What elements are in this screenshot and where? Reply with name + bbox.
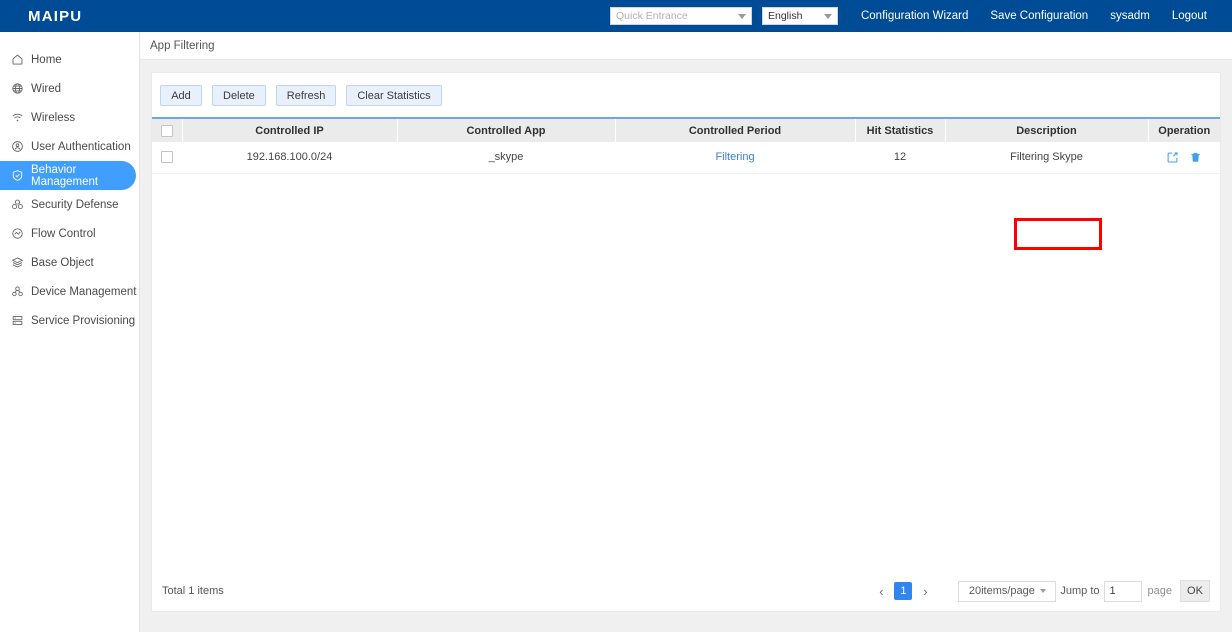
sidebar-item-flow-control[interactable]: Flow Control bbox=[0, 219, 139, 248]
column-header-controlled-app[interactable]: Controlled App bbox=[397, 117, 616, 142]
prev-page-button[interactable]: ‹ bbox=[872, 581, 890, 601]
refresh-button[interactable]: Refresh bbox=[275, 85, 337, 106]
page-size-select[interactable]: 20items/page bbox=[958, 580, 1057, 602]
controlled-period-link[interactable]: Filtering bbox=[715, 151, 754, 163]
cell-controlled-ip: 192.168.100.0/24 bbox=[182, 142, 397, 174]
cell-controlled-app: _skype bbox=[397, 142, 615, 174]
next-page-button[interactable]: › bbox=[916, 581, 934, 601]
cell-controlled-period: Filtering bbox=[615, 142, 855, 174]
sidebar-item-home[interactable]: Home bbox=[0, 45, 139, 74]
content-area: App Filtering Add Delete Refresh Clear S… bbox=[139, 32, 1232, 632]
column-header-hit-statistics[interactable]: Hit Statistics bbox=[855, 117, 946, 142]
sidebar-item-label: Device Management bbox=[31, 285, 137, 298]
app-filtering-table: Controlled IP Controlled App Controlled … bbox=[152, 117, 1220, 174]
page-unit-label: page bbox=[1147, 585, 1172, 597]
chevron-down-icon bbox=[737, 13, 746, 19]
app-filtering-panel: Add Delete Refresh Clear Statistics Cont… bbox=[151, 72, 1221, 612]
app-root: MAIPU Quick Entrance English Configurati… bbox=[0, 0, 1232, 632]
logout-link[interactable]: Logout bbox=[1161, 0, 1218, 32]
sidebar-item-label: Security Defense bbox=[31, 198, 119, 211]
page-size-value: 20items/page bbox=[968, 585, 1035, 597]
table-row: 192.168.100.0/24 _skype Filtering 12 Fil… bbox=[152, 142, 1220, 174]
sidebar-item-service-provisioning[interactable]: Service Provisioning bbox=[0, 306, 139, 335]
cell-operation bbox=[1148, 142, 1220, 174]
breadcrumb: App Filtering bbox=[140, 32, 1232, 60]
table-body: 192.168.100.0/24 _skype Filtering 12 Fil… bbox=[152, 142, 1220, 174]
column-header-controlled-ip[interactable]: Controlled IP bbox=[182, 117, 398, 142]
quick-entrance-select[interactable]: Quick Entrance bbox=[609, 7, 752, 25]
sidebar-item-security-defense[interactable]: Security Defense bbox=[0, 190, 139, 219]
layers-icon bbox=[10, 255, 25, 270]
sidebar-item-label: Behavior Management bbox=[31, 163, 99, 188]
row-select-cell bbox=[152, 142, 182, 174]
user-account-link[interactable]: sysadm bbox=[1099, 0, 1161, 32]
highlight-annotation-hit-statistics bbox=[1014, 218, 1102, 250]
edit-icon[interactable] bbox=[1166, 151, 1179, 164]
trash-icon[interactable] bbox=[1189, 151, 1202, 164]
sidebar-item-behavior-management[interactable]: Behavior Management bbox=[0, 161, 136, 190]
column-header-controlled-period[interactable]: Controlled Period bbox=[615, 117, 856, 142]
quick-entrance-value: Quick Entrance bbox=[615, 10, 688, 22]
sidebar-item-base-object[interactable]: Base Object bbox=[0, 248, 139, 277]
page-number-1[interactable]: 1 bbox=[894, 582, 913, 600]
jump-to-label: Jump to bbox=[1060, 585, 1100, 597]
page-title: App Filtering bbox=[150, 39, 215, 52]
device-nodes-icon bbox=[10, 284, 25, 299]
wifi-icon bbox=[10, 110, 25, 125]
sidebar-item-label: Wireless bbox=[31, 111, 76, 124]
chevron-down-icon bbox=[1039, 589, 1046, 593]
column-header-description[interactable]: Description bbox=[945, 117, 1149, 142]
pagination: ‹ 1 › 20items/page Jump to page OK bbox=[872, 580, 1210, 602]
security-nodes-icon bbox=[10, 197, 25, 212]
clear-statistics-button[interactable]: Clear Statistics bbox=[346, 85, 442, 106]
ok-button[interactable]: OK bbox=[1180, 580, 1210, 602]
save-configuration-link[interactable]: Save Configuration bbox=[979, 0, 1099, 32]
sidebar-item-device-management[interactable]: Device Management bbox=[0, 277, 139, 306]
jump-to-input[interactable] bbox=[1103, 580, 1142, 602]
table-footer: Total 1 items ‹ 1 › 20items/page Jump to… bbox=[152, 571, 1220, 611]
add-button[interactable]: Add bbox=[160, 85, 202, 106]
table-toolbar: Add Delete Refresh Clear Statistics bbox=[152, 73, 1220, 117]
home-icon bbox=[10, 52, 25, 67]
sidebar-item-wireless[interactable]: Wireless bbox=[0, 103, 139, 132]
select-all-checkbox[interactable] bbox=[160, 124, 173, 137]
header-actions: Quick Entrance English Configuration Wiz… bbox=[609, 0, 1232, 32]
cell-hit-statistics: 12 bbox=[855, 142, 945, 174]
server-stack-icon bbox=[10, 313, 25, 328]
sidebar-item-label: User Authentication bbox=[31, 140, 131, 153]
globe-icon bbox=[10, 81, 25, 96]
brand-logo: MAIPU bbox=[28, 7, 83, 25]
sidebar-item-label: Flow Control bbox=[31, 227, 96, 240]
select-all-header bbox=[152, 117, 183, 142]
sidebar-item-label: Wired bbox=[31, 82, 62, 95]
sidebar-item-user-authentication[interactable]: User Authentication bbox=[0, 132, 139, 161]
sidebar-item-label: Service Provisioning bbox=[31, 314, 136, 327]
column-header-operation: Operation bbox=[1148, 117, 1220, 142]
flow-circle-icon bbox=[10, 226, 25, 241]
user-badge-icon bbox=[10, 139, 25, 154]
language-select[interactable]: English bbox=[761, 7, 838, 25]
chevron-down-icon bbox=[823, 13, 832, 19]
table-header: Controlled IP Controlled App Controlled … bbox=[152, 117, 1220, 142]
sidebar-item-label: Base Object bbox=[31, 256, 94, 269]
total-items-label: Total 1 items bbox=[162, 585, 224, 597]
sidebar-nav: Home Wired Wireless User Authentication … bbox=[0, 32, 139, 632]
delete-button[interactable]: Delete bbox=[212, 85, 266, 106]
configuration-wizard-link[interactable]: Configuration Wizard bbox=[850, 0, 979, 32]
cell-description: Filtering Skype bbox=[945, 142, 1148, 174]
sidebar-item-label: Home bbox=[31, 53, 62, 66]
language-value: English bbox=[767, 10, 803, 22]
sidebar-item-wired[interactable]: Wired bbox=[0, 74, 139, 103]
top-header-bar: MAIPU Quick Entrance English Configurati… bbox=[0, 0, 1232, 32]
row-checkbox[interactable] bbox=[161, 151, 173, 164]
shield-check-icon bbox=[10, 168, 25, 183]
table-header-row: Controlled IP Controlled App Controlled … bbox=[152, 117, 1220, 142]
